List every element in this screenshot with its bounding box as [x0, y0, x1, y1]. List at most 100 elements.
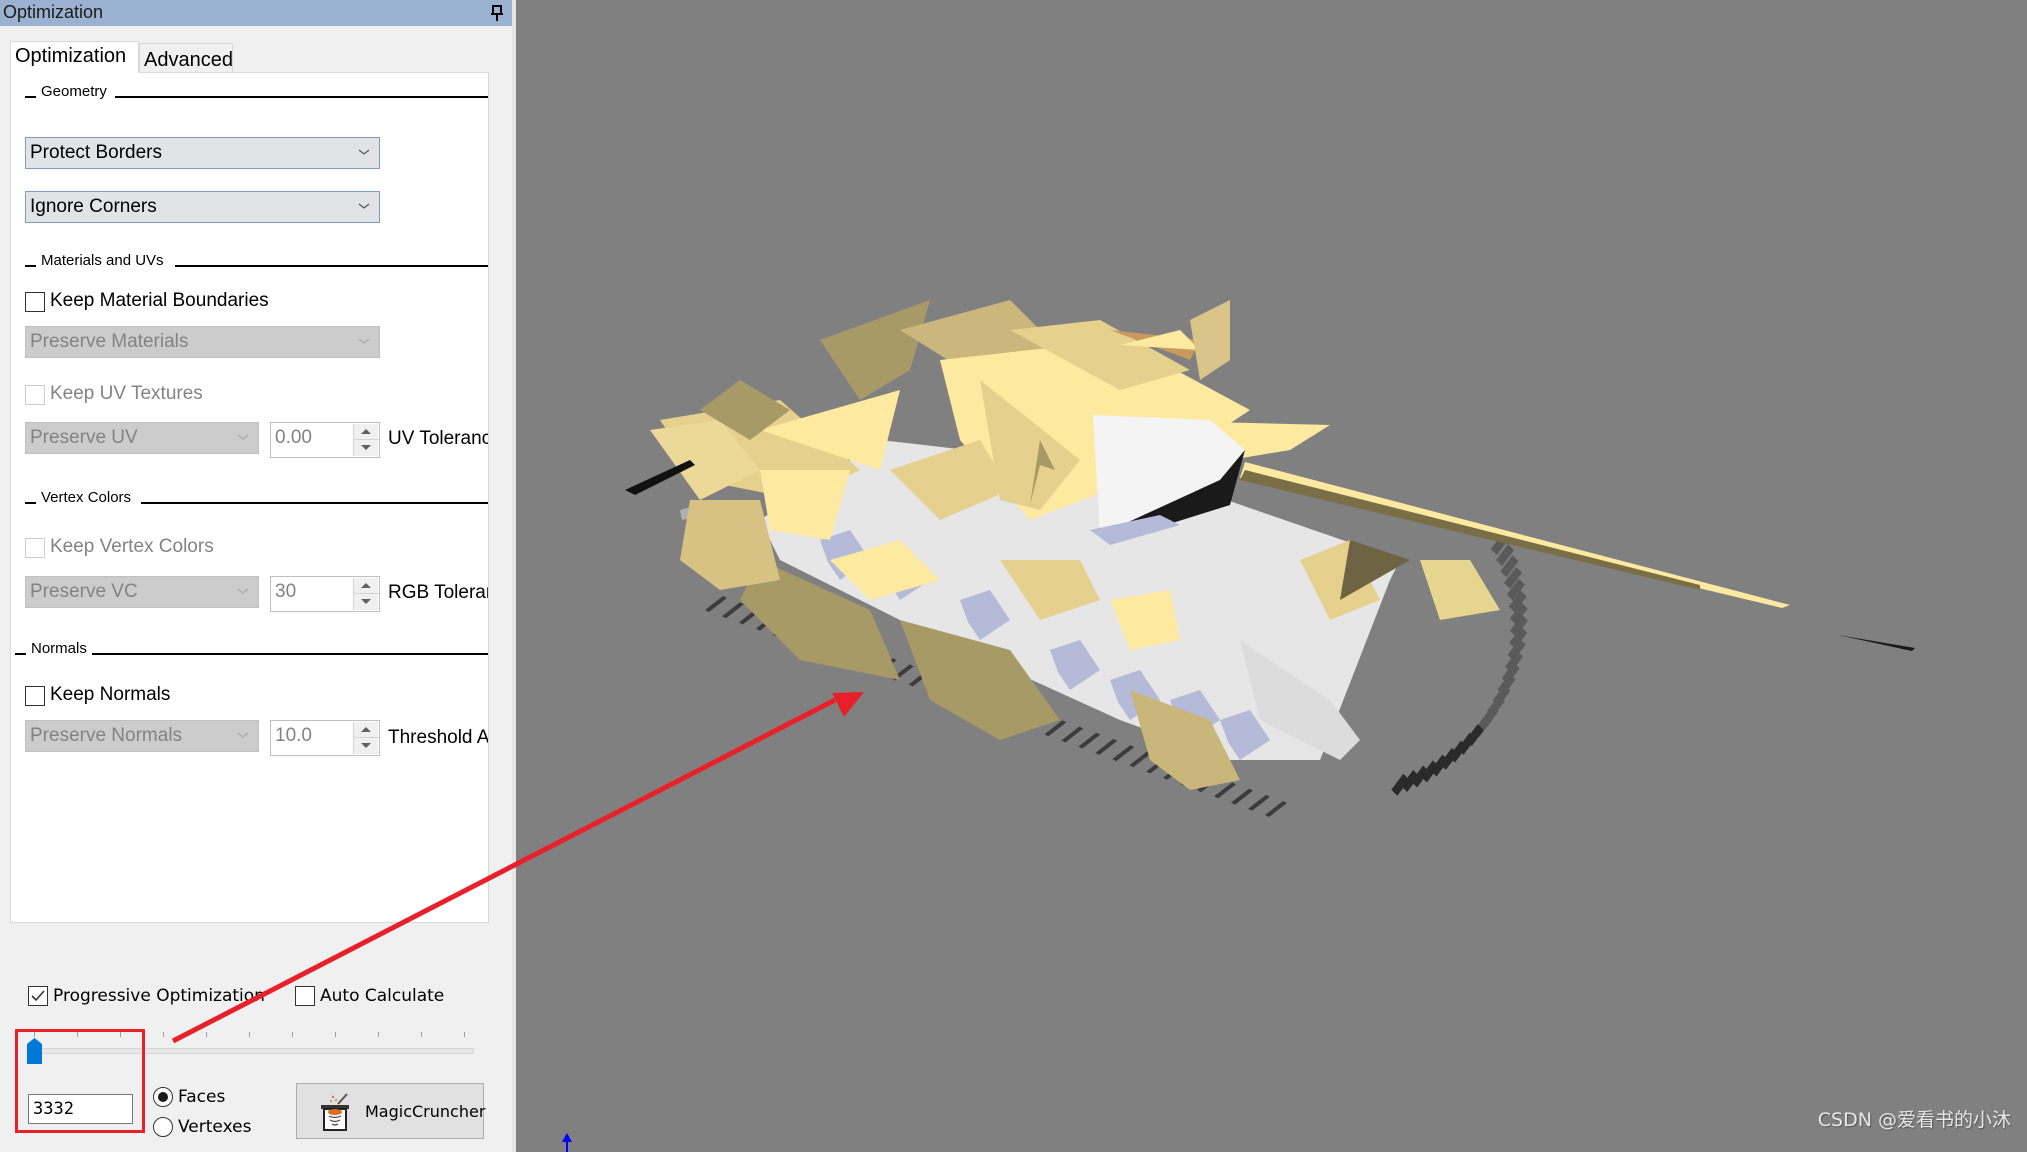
group-title: Geometry — [41, 83, 107, 100]
checkbox-label: Keep Material Boundaries — [50, 290, 269, 311]
vc-combo-value: Preserve VC — [30, 581, 138, 602]
pin-icon[interactable] — [490, 4, 504, 22]
chevron-down-icon — [358, 149, 370, 155]
corners-combo[interactable]: Ignore Corners — [25, 191, 380, 223]
checkbox-box[interactable] — [295, 986, 315, 1006]
group-line — [25, 96, 36, 98]
spinner-value[interactable]: 30 — [275, 581, 296, 603]
group-line — [141, 502, 488, 504]
checkbox-box[interactable] — [25, 538, 45, 558]
group-title: Normals — [31, 640, 87, 657]
slider-tick — [34, 1032, 35, 1037]
checkbox-box[interactable] — [28, 986, 48, 1006]
checkbox-box[interactable] — [25, 292, 45, 312]
tab-advanced[interactable]: Advanced — [139, 43, 233, 72]
slider-tick — [292, 1032, 293, 1037]
optimization-panel: Optimization Optimization Advanced Geome… — [0, 0, 512, 1152]
group-normals: Normals — [15, 640, 488, 658]
checkbox-label: Keep Vertex Colors — [50, 536, 214, 557]
uv-combo-value: Preserve UV — [30, 427, 138, 448]
group-line — [25, 265, 36, 267]
checkbox-box[interactable] — [25, 385, 45, 405]
slider-tick — [421, 1032, 422, 1037]
tab-optimization[interactable]: Optimization — [10, 41, 139, 73]
slider-tick — [335, 1032, 336, 1037]
spin-down-icon[interactable] — [361, 445, 371, 450]
uv-tolerance-label: UV Tolerance — [388, 428, 488, 449]
borders-combo[interactable]: Protect Borders — [25, 137, 380, 169]
target-count-value[interactable]: 3332 — [33, 1099, 74, 1119]
group-materials-uvs: Materials and UVs — [25, 252, 488, 270]
normals-combo-value: Preserve Normals — [30, 725, 183, 746]
slider-track[interactable] — [30, 1048, 474, 1054]
spin-up-icon[interactable] — [361, 727, 371, 732]
watermark: CSDN @爱看书的小沐 — [1817, 1109, 2011, 1131]
materials-combo-value: Preserve Materials — [30, 331, 189, 352]
radio-label: Faces — [178, 1087, 226, 1107]
checkmark-icon — [31, 990, 45, 1002]
spinner-divider — [354, 593, 379, 594]
group-line — [175, 265, 488, 267]
slider-tick — [77, 1032, 78, 1037]
group-line — [25, 502, 36, 504]
slider-tick — [163, 1032, 164, 1037]
target-count-input[interactable]: 3332 — [28, 1094, 133, 1124]
group-line — [15, 653, 26, 655]
spin-up-icon[interactable] — [361, 583, 371, 588]
rgb-tolerance-spinner[interactable]: 30 — [270, 576, 380, 612]
magiccruncher-label: MagicCruncher — [365, 1102, 486, 1121]
spinner-buttons — [353, 722, 379, 754]
chevron-down-icon — [358, 203, 370, 209]
checkbox-label: Keep Normals — [50, 684, 171, 705]
radio-label: Vertexes — [178, 1117, 252, 1137]
spinner-buttons — [353, 424, 379, 456]
checkbox-label: Keep UV Textures — [50, 383, 203, 404]
slider-thumb[interactable] — [27, 1038, 42, 1064]
materials-combo[interactable]: Preserve Materials — [25, 326, 380, 358]
spin-down-icon[interactable] — [361, 599, 371, 604]
group-geometry: Geometry — [25, 83, 488, 101]
chevron-down-icon — [237, 732, 249, 738]
tab-advanced-label: Advanced — [144, 49, 233, 71]
group-title: Vertex Colors — [41, 489, 132, 506]
3d-viewport[interactable]: CSDN @爱看书的小沐 — [516, 0, 2027, 1152]
spin-up-icon[interactable] — [361, 429, 371, 434]
spinner-value[interactable]: 10.0 — [275, 725, 312, 747]
vc-combo[interactable]: Preserve VC — [25, 576, 259, 608]
checkbox-box[interactable] — [25, 686, 45, 706]
radio-circle[interactable] — [153, 1117, 173, 1137]
magiccruncher-button[interactable]: MagicCruncher — [296, 1083, 486, 1139]
tab-optimization-label: Optimization — [15, 45, 127, 67]
magic-hat-icon — [321, 1093, 349, 1131]
group-line — [92, 653, 488, 655]
radio-circle[interactable] — [153, 1087, 173, 1107]
chevron-down-icon — [358, 338, 370, 344]
chevron-down-icon — [237, 588, 249, 594]
slider-tick — [120, 1032, 121, 1037]
spinner-divider — [354, 439, 379, 440]
normals-combo[interactable]: Preserve Normals — [25, 720, 259, 752]
uv-combo[interactable]: Preserve UV — [25, 422, 259, 454]
checkbox-label: Auto Calculate — [320, 986, 445, 1006]
corners-combo-value: Ignore Corners — [30, 196, 157, 217]
spin-down-icon[interactable] — [361, 743, 371, 748]
borders-combo-value: Protect Borders — [30, 142, 162, 163]
slider-tick — [378, 1032, 379, 1037]
checkbox-label: Progressive Optimization — [53, 986, 265, 1006]
slider-tick — [249, 1032, 250, 1037]
group-title: Materials and UVs — [41, 252, 164, 269]
group-vertex-colors: Vertex Colors — [25, 489, 488, 507]
radio-dot — [158, 1092, 168, 1102]
slider-tick — [206, 1032, 207, 1037]
panel-titlebar[interactable]: Optimization — [0, 0, 512, 26]
threshold-angle-spinner[interactable]: 10.0 — [270, 720, 380, 756]
chevron-down-icon — [237, 434, 249, 440]
slider-tick — [464, 1032, 465, 1037]
rgb-tolerance-label: RGB Tolerance — [388, 582, 488, 603]
spinner-value[interactable]: 0.00 — [275, 427, 312, 449]
uv-tolerance-spinner[interactable]: 0.00 — [270, 422, 380, 458]
group-line — [115, 96, 488, 98]
spinner-divider — [354, 737, 379, 738]
panel-title: Optimization — [3, 2, 104, 22]
optimization-slider[interactable] — [27, 1028, 477, 1068]
